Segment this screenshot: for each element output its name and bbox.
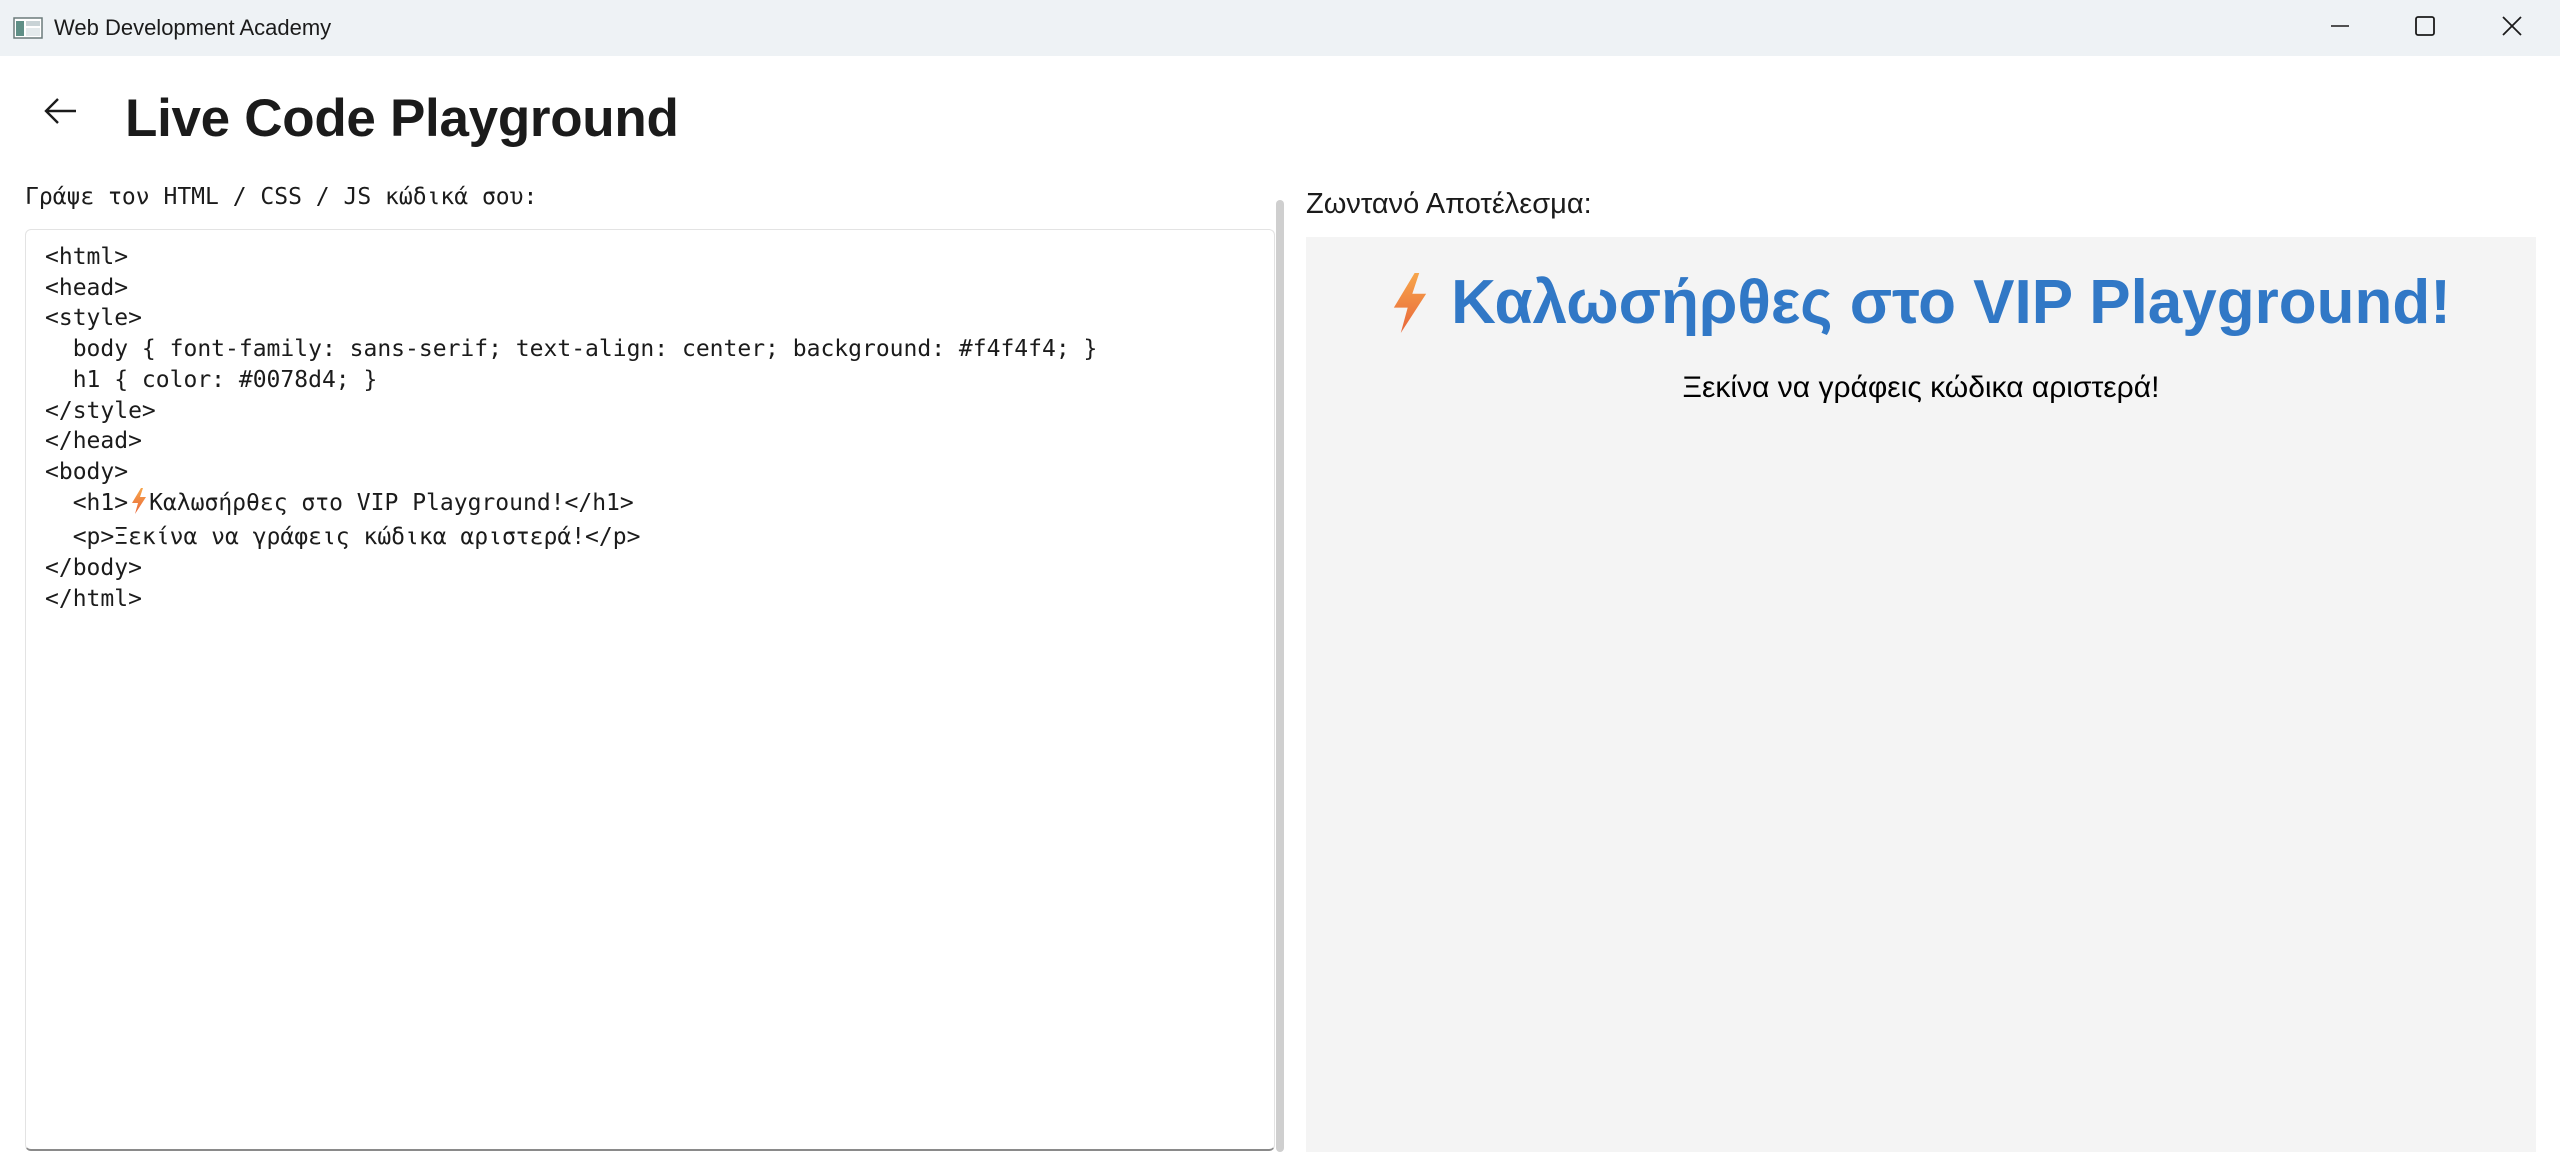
- code-line: </head>: [45, 428, 142, 455]
- code-line: <p>Ξεκίνα να γράφεις κώδικα αριστερά!</p…: [45, 524, 641, 551]
- code-line: <body>: [45, 458, 129, 485]
- back-button[interactable]: [36, 88, 86, 138]
- code-editor[interactable]: <html> <head> <style> body { font-family…: [25, 229, 1275, 1151]
- app-window-icon: [13, 17, 43, 39]
- close-icon: [2501, 15, 2523, 42]
- maximize-icon: [2414, 15, 2436, 42]
- arrow-left-icon: [43, 96, 79, 131]
- code-line-h1: <h1> Καλωσήρθες στο VIP Playground!</h1>: [45, 487, 1274, 523]
- code-h1-open: <h1>: [45, 489, 129, 516]
- preview-paragraph: Ξεκίνα να γράφεις κώδικα αριστερά!: [1682, 371, 2160, 404]
- preview-label: Ζωντανό Αποτέλεσμα:: [1306, 188, 1592, 220]
- code-line: <html>: [45, 244, 129, 270]
- code-line: <head>: [45, 274, 129, 301]
- code-line: </style>: [45, 397, 156, 424]
- page-title: Live Code Playground: [125, 89, 679, 148]
- minimize-icon: [2330, 16, 2350, 41]
- minimize-button[interactable]: [2300, 0, 2380, 56]
- title-bar: Web Development Academy: [0, 0, 2560, 56]
- preview-heading: Καλωσήρθες στο VIP Playground!: [1306, 267, 2536, 348]
- code-line: </body>: [45, 555, 142, 582]
- code-h1-rest: Καλωσήρθες στο VIP Playground!</h1>: [149, 489, 634, 516]
- window-title: Web Development Academy: [54, 15, 332, 40]
- lightning-bolt-icon: [131, 487, 147, 523]
- code-line: body { font-family: sans-serif; text-ali…: [45, 336, 1098, 363]
- code-line: <style>: [45, 305, 142, 332]
- lightning-bolt-icon: [1391, 273, 1429, 348]
- panel-splitter[interactable]: [1276, 200, 1284, 1152]
- maximize-button[interactable]: [2385, 0, 2465, 56]
- code-line: h1 { color: #0078d4; }: [45, 366, 378, 393]
- live-preview: Καλωσήρθες στο VIP Playground! Ξεκίνα να…: [1306, 237, 2536, 1152]
- close-button[interactable]: [2472, 0, 2552, 56]
- code-line: </html>: [45, 585, 142, 612]
- editor-label: Γράψε τον HTML / CSS / JS κώδικά σου:: [25, 184, 538, 210]
- preview-heading-text: Καλωσήρθες στο VIP Playground!: [1451, 268, 2451, 337]
